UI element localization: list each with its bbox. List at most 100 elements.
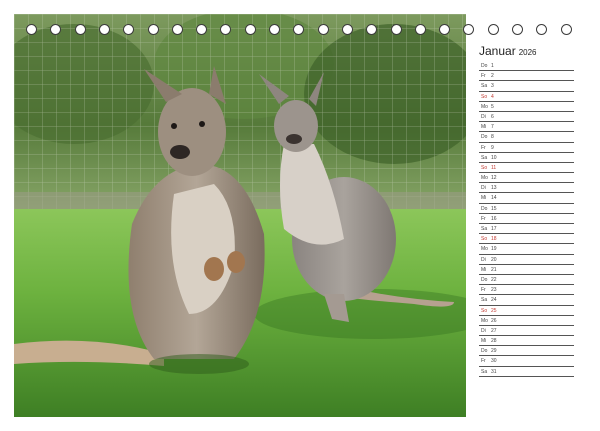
weekday-label: Sa: [481, 154, 488, 161]
weekday-label: Fr: [481, 215, 486, 222]
weekday-label: Mo: [481, 317, 488, 324]
day-number: 16: [491, 215, 497, 222]
weekday-label: Mi: [481, 266, 487, 273]
day-number: 9: [491, 144, 494, 151]
day-number: 3: [491, 83, 494, 90]
day-number: 21: [491, 266, 497, 273]
binding-hole: [196, 24, 208, 35]
day-list: Do 1 Fr 2 Sa 3 So 4 Mo 5 Di 6 Mi 7 Do 8 Fr 9 Sa 10 So 11 Mo 12 D…: [479, 61, 574, 377]
day-row: Mo 5: [479, 102, 574, 112]
weekday-label: Fr: [481, 358, 486, 365]
weekday-label: Mi: [481, 195, 487, 202]
day-row: Fr 2: [479, 71, 574, 82]
day-number: 24: [491, 297, 497, 304]
day-row: Sa 17: [479, 224, 574, 235]
day-number: 8: [491, 134, 494, 141]
binding-hole: [439, 24, 451, 35]
binding-hole: [123, 24, 135, 35]
weekday-label: Fr: [481, 144, 486, 151]
day-row: So 18: [479, 234, 574, 245]
binding-holes: [0, 24, 600, 38]
binding-hole: [317, 24, 329, 35]
day-row: Di 13: [479, 183, 574, 194]
day-row: Do 22: [479, 275, 574, 286]
day-row: Mo 26: [479, 316, 574, 326]
binding-hole: [414, 24, 426, 35]
weekday-label: So: [481, 307, 488, 314]
day-number: 5: [491, 103, 494, 110]
day-row: Sa 24: [479, 295, 574, 306]
day-row: Di 20: [479, 255, 574, 265]
weekday-label: Do: [481, 134, 488, 141]
weekday-label: Di: [481, 185, 486, 192]
day-row: Sa 3: [479, 81, 574, 92]
binding-hole: [26, 24, 37, 35]
day-number: 30: [491, 358, 497, 365]
day-number: 14: [491, 195, 497, 202]
day-row: Mi 14: [479, 193, 574, 204]
day-number: 7: [491, 124, 494, 131]
day-row: Sa 10: [479, 153, 574, 163]
binding-hole: [50, 24, 62, 35]
weekday-label: Do: [481, 63, 488, 69]
day-number: 15: [491, 205, 497, 212]
weekday-label: So: [481, 236, 488, 243]
binding-hole: [512, 24, 523, 35]
day-row: Mi 7: [479, 122, 574, 133]
day-row: Mo 19: [479, 244, 574, 255]
weekday-label: Sa: [481, 226, 488, 232]
binding-hole: [487, 24, 499, 35]
day-number: 17: [491, 226, 497, 232]
day-row: Mi 21: [479, 265, 574, 275]
binding-hole: [390, 24, 402, 35]
weekday-label: Mo: [481, 246, 488, 253]
day-number: 25: [491, 307, 497, 314]
binding-hole: [536, 24, 548, 35]
binding-hole: [147, 24, 159, 35]
weekday-label: Do: [481, 348, 488, 355]
day-row: Do 15: [479, 204, 574, 214]
binding-hole: [220, 24, 232, 35]
day-row: Do 29: [479, 346, 574, 357]
day-row: Fr 30: [479, 356, 574, 367]
day-number: 12: [491, 175, 497, 182]
day-row: Fr 23: [479, 285, 574, 296]
day-number: 4: [491, 93, 494, 100]
weekday-label: Di: [481, 256, 486, 263]
kangaroo-photo: [14, 14, 466, 417]
binding-hole: [171, 24, 183, 35]
month-title: Januar: [479, 44, 516, 58]
weekday-label: Sa: [481, 368, 488, 375]
weekday-label: Fr: [481, 287, 486, 294]
month-header: Januar 2026: [479, 42, 537, 60]
day-row: Mo 12: [479, 173, 574, 184]
day-number: 6: [491, 113, 494, 120]
day-number: 22: [491, 276, 497, 283]
day-number: 1: [491, 63, 494, 69]
day-row: So 25: [479, 306, 574, 316]
weekday-label: Do: [481, 276, 488, 283]
weekday-label: So: [481, 164, 488, 171]
day-row: Di 27: [479, 326, 574, 337]
weekday-label: Di: [481, 327, 486, 334]
weekday-label: Sa: [481, 83, 488, 90]
day-row: Fr 9: [479, 143, 574, 153]
day-row: Do 1: [479, 61, 574, 72]
day-number: 13: [491, 185, 497, 192]
day-row: Sa 31: [479, 367, 574, 377]
weekday-label: Mi: [481, 338, 487, 345]
calendar-page: Januar 2026 Do 1 Fr 2 Sa 3 So 4 Mo 5 Di 6 Mi 7 Do 8 Fr 9 Sa…: [0, 0, 600, 431]
weekday-label: Sa: [481, 297, 488, 304]
day-row: Do 8: [479, 132, 574, 143]
weekday-label: Do: [481, 205, 488, 212]
day-row: Mi 28: [479, 336, 574, 347]
day-number: 23: [491, 287, 497, 294]
day-number: 20: [491, 256, 497, 263]
binding-hole: [341, 24, 353, 35]
day-number: 29: [491, 348, 497, 355]
day-number: 26: [491, 317, 497, 324]
day-number: 2: [491, 73, 494, 80]
day-row: Fr 16: [479, 214, 574, 224]
weekday-label: Fr: [481, 73, 486, 80]
day-number: 27: [491, 327, 497, 334]
